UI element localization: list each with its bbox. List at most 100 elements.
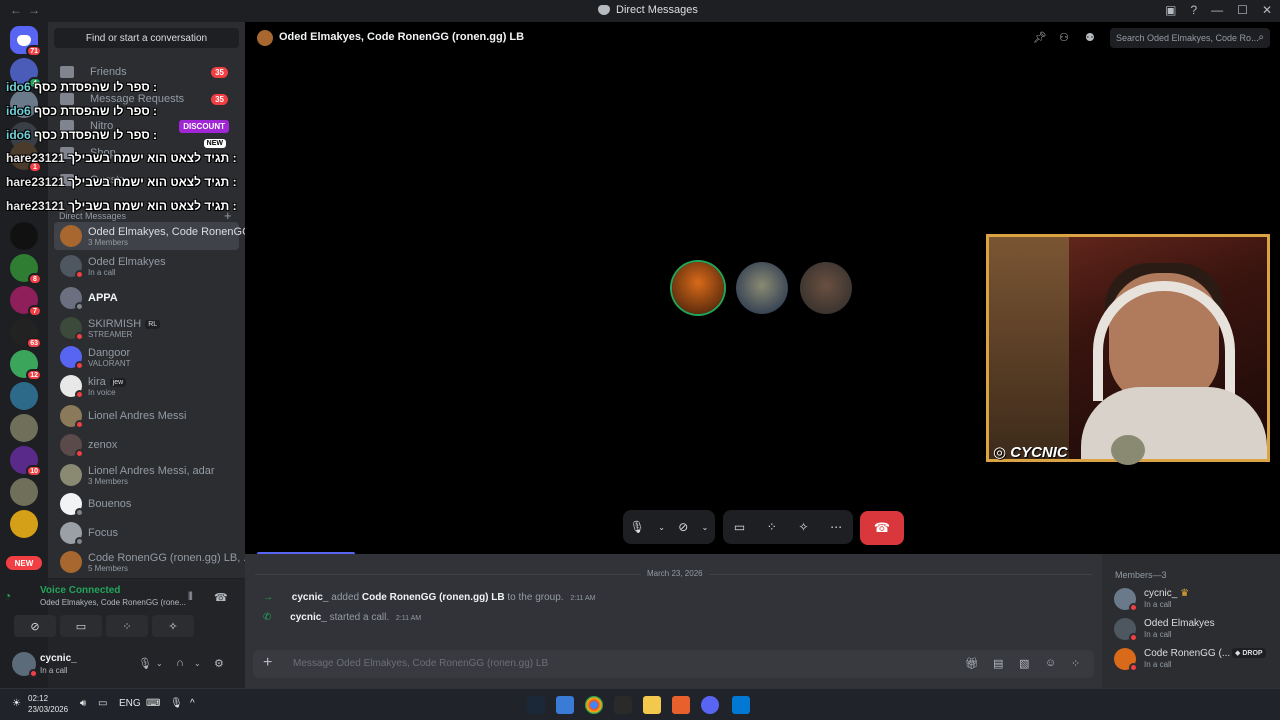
noise-suppression-icon[interactable]: ⦀: [188, 591, 193, 604]
find-conversation-button[interactable]: Find or start a conversation: [54, 28, 239, 48]
avatar: [60, 522, 84, 546]
screen-share-button[interactable]: ▭: [60, 615, 102, 637]
microphone-icon[interactable]: 🎙︎: [630, 520, 645, 534]
member-item[interactable]: cycnic_ ♛ In a call: [1114, 586, 1274, 614]
screen-share-icon[interactable]: ▭: [734, 520, 745, 534]
steam-icon[interactable]: [527, 696, 545, 714]
file-explorer-icon[interactable]: [643, 696, 661, 714]
headphones-icon[interactable]: ∩: [176, 657, 184, 669]
status-dot: [1129, 603, 1138, 612]
message-composer[interactable]: + Message Oded Elmakyes, Code RonenGG (r…: [253, 650, 1094, 678]
member-list-icon[interactable]: ⚉: [1085, 31, 1095, 44]
add-friends-icon[interactable]: ⚇: [1059, 31, 1069, 44]
chevron-down-icon[interactable]: ⌄: [194, 659, 201, 668]
dm-item[interactable]: Oded Elmakyes In a call: [54, 252, 239, 280]
soundboard-button[interactable]: ✧: [152, 615, 194, 637]
new-unreads-pill[interactable]: NEW: [6, 556, 42, 570]
dm-item[interactable]: Focus: [54, 519, 239, 547]
settings-gear-icon[interactable]: ⚙: [214, 657, 224, 670]
status-dot: [75, 302, 84, 311]
server-icon[interactable]: [10, 382, 38, 410]
help-icon[interactable]: ?: [1190, 3, 1197, 17]
dm-item[interactable]: SKIRMISH RL STREAMER: [54, 314, 239, 342]
weather-icon[interactable]: ☀: [12, 698, 21, 709]
chevron-down-icon[interactable]: ⌄: [156, 659, 163, 668]
microphone-icon[interactable]: 🎙︎: [138, 657, 152, 670]
server-icon[interactable]: [10, 414, 38, 442]
webcam-figure: [1081, 387, 1267, 459]
dm-item[interactable]: Code RonenGG (ronen.gg) LB, ... 5 Member…: [54, 548, 252, 576]
notepad-icon[interactable]: [556, 696, 574, 714]
apps-icon[interactable]: ⁘: [1071, 657, 1080, 670]
message-author[interactable]: cycnic_: [290, 612, 327, 623]
message-author[interactable]: cycnic_: [292, 592, 329, 603]
maximize-icon[interactable]: ☐: [1237, 3, 1248, 17]
server-icon[interactable]: 63: [10, 318, 42, 349]
participant-avatar[interactable]: [736, 262, 788, 314]
activities-icon[interactable]: ⁘: [767, 520, 777, 534]
app-icon[interactable]: [672, 696, 690, 714]
clock[interactable]: 02:12 23/03/2026: [28, 693, 68, 715]
camera-off-icon[interactable]: ⊘: [678, 520, 688, 534]
server-icon[interactable]: 12: [10, 350, 42, 381]
member-item[interactable]: Oded Elmakyes In a call: [1114, 616, 1274, 644]
gift-icon[interactable]: 🎁︎: [965, 657, 979, 670]
hang-up-button[interactable]: ☎: [860, 511, 904, 545]
server-icon[interactable]: [10, 510, 38, 538]
soundboard-icon[interactable]: ✧: [798, 520, 808, 534]
dm-item[interactable]: Dangoor VALORANT: [54, 343, 239, 371]
status-dot: [75, 270, 84, 279]
pin-icon[interactable]: 📌︎: [1033, 31, 1047, 44]
server-icon[interactable]: 10: [10, 446, 42, 477]
inbox-icon[interactable]: ▣: [1165, 3, 1176, 17]
dm-item[interactable]: Lionel Andres Messi: [54, 402, 239, 430]
activities-button[interactable]: ⁘: [106, 615, 148, 637]
windows-start-icon[interactable]: [732, 696, 750, 714]
server-icon[interactable]: 7: [10, 286, 42, 317]
dm-item[interactable]: kira jew In voice: [54, 372, 239, 400]
epic-games-icon[interactable]: [614, 696, 632, 714]
microphone-tray-icon[interactable]: 🎙︎: [170, 698, 183, 709]
emoji-icon[interactable]: ☺: [1045, 657, 1056, 669]
home-button[interactable]: 71: [10, 26, 42, 57]
dm-item[interactable]: Lionel Andres Messi, adar 3 Members: [54, 461, 239, 489]
back-forward-icons[interactable]: ←→: [10, 3, 46, 17]
chrome-icon[interactable]: [585, 696, 603, 714]
discord-taskbar-icon[interactable]: [701, 696, 719, 714]
network-icon[interactable]: ▭: [98, 698, 107, 709]
username: cycnic_: [40, 653, 77, 664]
gif-icon[interactable]: ▤: [993, 657, 1003, 670]
camera-off-button[interactable]: ⊘: [14, 615, 56, 637]
keyboard-icon[interactable]: ⌨: [146, 698, 160, 709]
message-target[interactable]: Code RonenGG (ronen.gg) LB: [362, 592, 505, 603]
dm-item[interactable]: APPA: [54, 284, 239, 312]
search-input[interactable]: Search Oded Elmakyes, Code Ro... ⌕: [1110, 28, 1270, 48]
dm-item[interactable]: zenox: [54, 431, 239, 459]
chevron-up-icon[interactable]: ^: [190, 698, 195, 709]
volume-icon[interactable]: 🔊︎: [80, 698, 86, 709]
participant-avatar[interactable]: [672, 262, 724, 314]
sticker-icon[interactable]: ▧: [1019, 657, 1029, 670]
close-icon[interactable]: ✕: [1262, 3, 1272, 17]
member-item[interactable]: Code RonenGG (... ◆ DROP In a call: [1114, 646, 1274, 674]
user-avatar[interactable]: [12, 652, 38, 678]
language-indicator[interactable]: ENG: [119, 698, 141, 709]
overlay-chat-text: ספר לו שהפסדת כסף :: [34, 80, 158, 94]
member-status: In a call: [1144, 630, 1172, 639]
chevron-down-icon[interactable]: ⌄: [658, 523, 665, 532]
more-options-icon[interactable]: ⋯: [830, 520, 842, 534]
server-icon[interactable]: 8: [10, 254, 42, 285]
streamer-webcam-overlay: ◎ CYCNIC: [986, 234, 1270, 465]
server-icon[interactable]: [10, 222, 38, 250]
participant-avatar[interactable]: [800, 262, 852, 314]
disconnect-icon[interactable]: ☎: [214, 591, 228, 604]
conversation-title[interactable]: Oded Elmakyes, Code RonenGG (ronen.gg) L…: [279, 31, 524, 43]
minimize-icon[interactable]: —: [1211, 3, 1223, 17]
dm-subtext: 3 Members: [88, 238, 129, 247]
server-icon[interactable]: [10, 478, 38, 506]
chevron-down-icon[interactable]: ⌄: [702, 523, 709, 532]
status-dot: [75, 361, 84, 370]
dm-item[interactable]: Oded Elmakyes, Code RonenGG... 3 Members: [54, 222, 260, 250]
dm-item[interactable]: Bouenos: [54, 490, 239, 518]
attach-plus-icon[interactable]: +: [263, 654, 272, 672]
